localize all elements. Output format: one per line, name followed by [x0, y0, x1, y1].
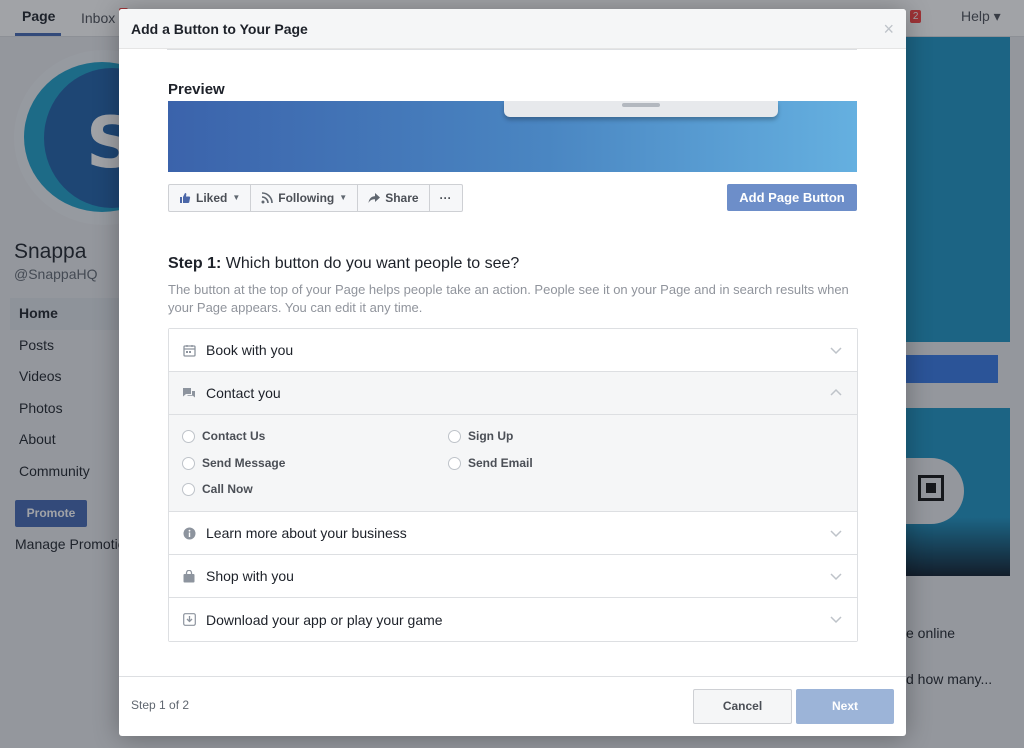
close-icon[interactable]: ×	[883, 19, 894, 40]
liked-label: Liked	[196, 191, 228, 205]
chevron-down-icon: ▼	[339, 193, 348, 202]
shopping-bag-icon	[182, 569, 196, 583]
contact-options-panel: Contact Us Sign Up Send Message Send Ema…	[169, 415, 857, 512]
step-title: Step 1: Which button do you want people …	[168, 255, 519, 273]
chevron-down-icon	[830, 347, 842, 355]
dialog-header: Add a Button to Your Page ×	[119, 9, 906, 49]
cancel-button[interactable]: Cancel	[693, 689, 792, 724]
share-arrow-icon	[368, 193, 381, 203]
following-label: Following	[278, 191, 335, 205]
radio-circle[interactable]	[448, 456, 461, 470]
radio-send-email[interactable]: Send Email	[448, 456, 533, 470]
radio-label: Contact Us	[202, 429, 266, 443]
info-icon	[182, 526, 196, 540]
add-button-dialog: Add a Button to Your Page × Preview Like…	[119, 9, 906, 736]
next-button[interactable]: Next	[796, 689, 894, 724]
radio-circle[interactable]	[448, 429, 461, 443]
option-label: Learn more about your business	[206, 525, 407, 541]
button-type-accordion: Book with you Contact you Contact Us Sig…	[168, 328, 858, 642]
chat-icon	[182, 386, 196, 400]
radio-label: Call Now	[202, 482, 253, 496]
radio-circle[interactable]	[182, 429, 195, 443]
liked-button[interactable]: Liked ▼	[169, 185, 252, 211]
footer-divider	[119, 676, 906, 677]
dialog-title: Add a Button to Your Page	[131, 21, 308, 37]
option-label: Contact you	[206, 385, 281, 401]
radio-call-now[interactable]: Call Now	[182, 482, 253, 496]
step-title-text: Which button do you want people to see?	[221, 255, 520, 272]
more-options-button[interactable]: ···	[430, 185, 462, 211]
calendar-icon	[182, 343, 196, 357]
chevron-down-icon	[830, 530, 842, 538]
option-download-app[interactable]: Download your app or play your game	[169, 598, 857, 641]
option-shop-with-you[interactable]: Shop with you	[169, 555, 857, 598]
following-button[interactable]: Following ▼	[251, 185, 359, 211]
option-label: Book with you	[206, 342, 294, 358]
share-button[interactable]: Share	[358, 185, 430, 211]
chevron-down-icon	[830, 616, 842, 624]
download-icon	[182, 613, 196, 627]
option-label: Shop with you	[206, 568, 294, 584]
step-description: The button at the top of your Page helps…	[168, 282, 849, 315]
divider	[167, 49, 857, 50]
chevron-down-icon	[830, 573, 842, 581]
step-title-prefix: Step 1:	[168, 255, 222, 272]
chevron-up-icon	[830, 388, 842, 396]
option-book-with-you[interactable]: Book with you	[169, 329, 857, 372]
share-label: Share	[385, 191, 419, 205]
radio-send-message[interactable]: Send Message	[182, 456, 285, 470]
rss-icon	[261, 192, 274, 204]
preview-cover-photo	[168, 101, 857, 172]
option-label: Download your app or play your game	[206, 611, 443, 628]
radio-label: Send Email	[468, 456, 533, 470]
radio-label: Send Message	[202, 456, 286, 470]
chevron-down-icon: ▼	[232, 193, 241, 202]
page-action-bar: Liked ▼ Following ▼ Share ···	[168, 184, 463, 212]
radio-label: Sign Up	[468, 429, 514, 443]
more-icon: ···	[439, 191, 452, 205]
preview-label: Preview	[168, 81, 225, 98]
radio-circle[interactable]	[182, 482, 195, 496]
laptop-graphic	[504, 101, 778, 117]
radio-circle[interactable]	[182, 456, 195, 470]
thumbs-up-icon	[180, 193, 191, 203]
option-contact-you[interactable]: Contact you	[169, 372, 857, 415]
radio-sign-up[interactable]: Sign Up	[448, 429, 513, 443]
radio-contact-us[interactable]: Contact Us	[182, 429, 265, 443]
add-page-button[interactable]: Add Page Button	[727, 184, 857, 211]
step-counter: Step 1 of 2	[131, 698, 190, 712]
option-learn-more[interactable]: Learn more about your business	[169, 512, 857, 555]
